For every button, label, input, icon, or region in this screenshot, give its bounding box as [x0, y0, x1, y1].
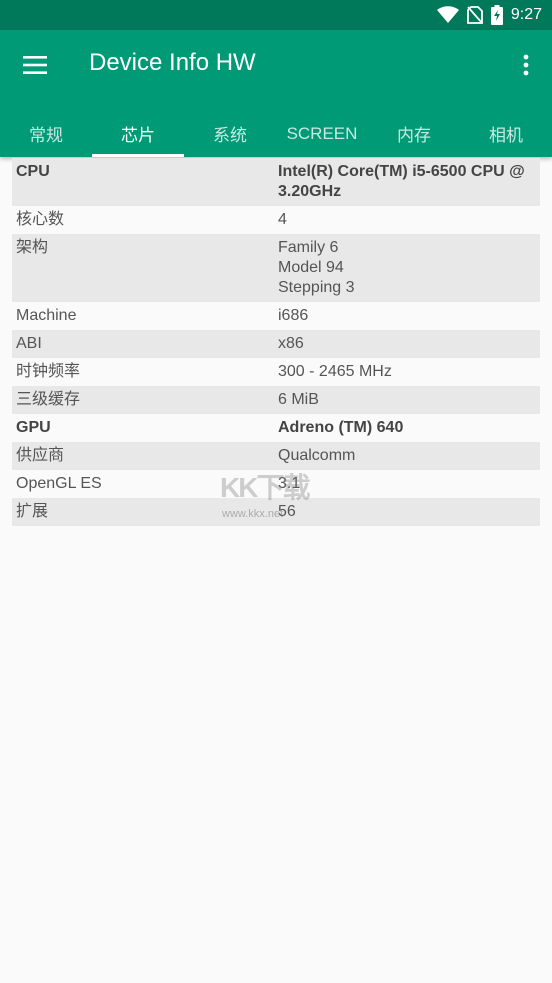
- info-value: i686: [278, 307, 309, 324]
- chip-info-table: CPU Intel(R) Core(TM) i5-6500 CPU @ 3.20…: [12, 158, 540, 526]
- info-row-extensions[interactable]: 扩展 56: [12, 498, 540, 526]
- info-key: 核心数: [16, 211, 65, 228]
- info-value: Qualcomm: [278, 447, 356, 464]
- info-key: OpenGL ES: [16, 475, 102, 492]
- info-key: GPU: [16, 419, 51, 436]
- status-bar: 9:27: [0, 0, 552, 30]
- hamburger-menu-icon: [23, 56, 47, 74]
- tab-screen[interactable]: SCREEN: [276, 110, 368, 157]
- info-value: 4: [278, 211, 287, 228]
- info-value: 6 MiB: [278, 391, 319, 408]
- info-value: Family 6 Model 94 Stepping 3: [278, 239, 355, 296]
- app-title: Device Info HW: [89, 49, 256, 76]
- wifi-icon: [436, 6, 459, 23]
- app-bar: Device Info HW 常规 芯片 系统 SCREEN 内存 相机: [0, 30, 552, 157]
- tab-general[interactable]: 常规: [0, 110, 92, 157]
- overflow-menu-button[interactable]: [514, 48, 538, 82]
- info-row-clock-speed: 时钟频率 300 - 2465 MHz: [12, 358, 540, 386]
- info-row-l3-cache: 三级缓存 6 MiB: [12, 386, 540, 414]
- info-value: 56: [278, 503, 296, 520]
- info-row-abi: ABI x86: [12, 330, 540, 358]
- info-value: x86: [278, 335, 304, 352]
- tab-label: 相机: [489, 126, 523, 145]
- tab-memory[interactable]: 内存: [368, 110, 460, 157]
- tab-chip[interactable]: 芯片: [92, 110, 184, 157]
- status-icons: 9:27: [436, 4, 542, 26]
- info-key: 扩展: [16, 503, 49, 520]
- info-row-architecture: 架构 Family 6 Model 94 Stepping 3: [12, 234, 540, 302]
- info-row-gpu: GPU Adreno (TM) 640: [12, 414, 540, 442]
- info-value: 3.1: [278, 475, 301, 492]
- no-sim-icon: [466, 6, 483, 24]
- more-vert-icon: [523, 54, 529, 76]
- info-value: Intel(R) Core(TM) i5-6500 CPU @ 3.20GHz: [278, 163, 525, 200]
- info-row-opengl-es: OpenGL ES 3.1: [12, 470, 540, 498]
- info-row-vendor: 供应商 Qualcomm: [12, 442, 540, 470]
- status-time: 9:27: [510, 6, 542, 23]
- info-key: 供应商: [16, 447, 65, 464]
- info-row-cpu: CPU Intel(R) Core(TM) i5-6500 CPU @ 3.20…: [12, 158, 540, 206]
- tab-label: 常规: [29, 126, 63, 145]
- info-key: ABI: [16, 335, 42, 352]
- info-value: 300 - 2465 MHz: [278, 363, 392, 380]
- battery-charging-icon: [490, 5, 503, 25]
- info-key: Machine: [16, 307, 77, 324]
- info-row-cores: 核心数 4: [12, 206, 540, 234]
- info-key: 时钟频率: [16, 363, 81, 380]
- info-key: CPU: [16, 163, 50, 180]
- info-key: 架构: [16, 239, 49, 256]
- tab-label: 系统: [213, 126, 247, 145]
- tab-label: 内存: [397, 126, 431, 145]
- tab-label: 芯片: [121, 126, 155, 145]
- info-key: 三级缓存: [16, 391, 81, 408]
- info-value: Adreno (TM) 640: [278, 419, 404, 436]
- menu-button[interactable]: [18, 48, 52, 82]
- tab-label: SCREEN: [286, 123, 358, 143]
- info-row-machine: Machine i686: [12, 302, 540, 330]
- tab-camera[interactable]: 相机: [460, 110, 552, 157]
- tab-system[interactable]: 系统: [184, 110, 276, 157]
- tab-bar: 常规 芯片 系统 SCREEN 内存 相机: [0, 110, 552, 157]
